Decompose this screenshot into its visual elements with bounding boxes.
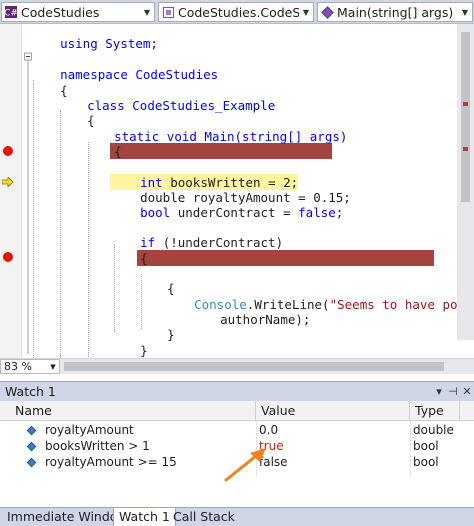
class-icon [161, 5, 175, 19]
code-line: namespace CodeStudies [30, 51, 218, 82]
watch-name[interactable]: royaltyAmount >= 15 [45, 454, 250, 471]
code-line: authorName); [190, 296, 310, 327]
column-header-name[interactable]: Name [10, 401, 256, 421]
code-text: static void Main(string[] args) [114, 129, 348, 144]
chevron-down-icon[interactable]: ▼ [140, 8, 154, 17]
code-text: ; [335, 205, 344, 220]
code-line: class CodeStudies_Example [57, 82, 275, 113]
code-line: bool underContract = false; [110, 189, 343, 220]
breakpoint-marker [463, 147, 468, 151]
annotation-arrow-icon [224, 448, 266, 482]
field-icon [26, 441, 37, 452]
code-text: namespace CodeStudies [60, 67, 219, 82]
scrollbar-thumb[interactable] [461, 32, 470, 202]
horizontal-scrollbar[interactable]: 83 % ▼ [0, 358, 474, 374]
pin-icon[interactable]: ⊣ [446, 385, 460, 398]
breakpoint-icon[interactable] [3, 252, 13, 262]
indent-guide [33, 80, 34, 358]
code-keyword: bool [140, 205, 171, 220]
indent-guide [60, 110, 61, 358]
code-text: (!underContract) [155, 235, 284, 250]
code-line: Console.WriteLine("Seems to have potenti… [164, 281, 474, 312]
field-icon [26, 425, 37, 436]
watch-name[interactable]: booksWritten > 1 [45, 438, 250, 455]
class-dropdown[interactable]: CodeStudies.CodeStud ▼ [158, 2, 314, 22]
tab-call-stack[interactable]: Call Stack [168, 508, 240, 526]
vertical-scrollbar[interactable] [457, 24, 474, 340]
watch-value-changed[interactable]: true [259, 438, 404, 455]
navigation-bar: C# CodeStudies ▼ CodeStudies.CodeStud ▼ … [0, 0, 474, 24]
code-line-breakpoint: if (booksWritten > 1 && royaltyAmount >=… [137, 250, 474, 281]
code-line: { [137, 265, 175, 296]
code-line: static void Main(string[] args) [84, 113, 347, 144]
dropdown-arrow-icon[interactable]: ▾ [432, 385, 446, 398]
scrollbar-thumb[interactable] [64, 362, 444, 371]
member-dropdown[interactable]: Main(string[] args) ▼ [317, 2, 473, 22]
code-line: { [57, 97, 95, 128]
code-text: authorName); [220, 312, 311, 327]
csharp-project-icon: C# [4, 5, 18, 19]
watch-column-headers: Name Value Type [0, 401, 474, 421]
watch-window-title: Watch 1 [5, 384, 56, 399]
method-icon [320, 5, 334, 19]
close-icon[interactable]: ✕ [460, 385, 474, 398]
svg-text:C#: C# [4, 9, 18, 19]
code-text: if (booksWritten > 1 && royaltyAmount >=… [167, 266, 474, 281]
code-line: int booksWritten = 2; [110, 159, 298, 190]
code-line: } [137, 311, 175, 342]
column-header-value[interactable]: Value [256, 401, 410, 421]
code-text: } [140, 343, 148, 358]
watch-type: bool [413, 455, 439, 469]
code-string: "Seems to have potential. [329, 297, 474, 312]
code-text: using System; [60, 36, 158, 51]
code-line: if (!underContract) [110, 219, 283, 250]
member-dropdown-label: Main(string[] args) [337, 4, 454, 20]
tool-window-tabs: Immediate Window Watch 1 Call Stack [0, 507, 474, 526]
code-text: underContract = [170, 205, 299, 220]
column-header-type[interactable]: Type [410, 401, 460, 421]
chevron-down-icon[interactable]: ▼ [47, 363, 59, 371]
chevron-down-icon[interactable]: ▼ [299, 8, 313, 17]
indicator-margin[interactable] [0, 24, 22, 358]
breakpoint-marker [463, 102, 468, 106]
code-line: { [84, 128, 122, 159]
field-icon [26, 457, 37, 468]
code-line: } [110, 327, 148, 358]
project-dropdown-label: CodeStudies [21, 4, 100, 20]
code-line: { [110, 235, 148, 266]
class-dropdown-label: CodeStudies.CodeStud [178, 4, 299, 20]
code-keyword: false [298, 205, 336, 220]
breakpoint-icon[interactable] [3, 146, 13, 156]
project-dropdown[interactable]: C# CodeStudies ▼ [1, 2, 155, 22]
watch-window-titlebar: Watch 1 ▾ ⊣ ✕ [0, 381, 474, 401]
watch-value[interactable]: 0.0 [259, 422, 404, 439]
code-line-breakpoint: string authorName = "John Smith"; [110, 143, 388, 174]
code-line: using System; [30, 24, 158, 51]
instruction-pointer-icon[interactable] [1, 176, 14, 188]
code-line: { [30, 67, 68, 98]
chevron-down-icon[interactable]: ▼ [458, 8, 472, 17]
code-line: } [84, 342, 122, 358]
tab-watch-1[interactable]: Watch 1 [113, 508, 176, 526]
watch-type: double [413, 423, 454, 437]
watch-row[interactable]: royaltyAmount 0.0 double [0, 422, 474, 439]
code-text: class CodeStudies_Example [87, 98, 276, 113]
code-text: } [167, 327, 175, 342]
watch-type: bool [413, 439, 439, 453]
zoom-level: 83 % [4, 360, 32, 373]
code-editor[interactable]: using System; namespace CodeStudies { cl… [0, 24, 474, 358]
watch-name[interactable]: royaltyAmount [45, 422, 250, 439]
code-line-current: double royaltyAmount = 0.15; [110, 174, 351, 205]
watch-value[interactable]: false [259, 454, 404, 471]
zoom-dropdown[interactable]: 83 % ▼ [0, 359, 60, 374]
